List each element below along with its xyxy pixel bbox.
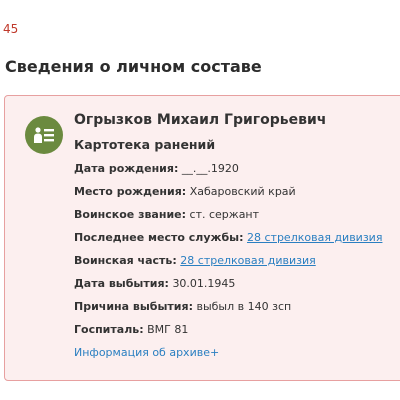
field-value: 30.01.1945 (172, 277, 236, 290)
field-birth-date: Дата рождения: __.__.1920 (74, 157, 400, 180)
field-label: Дата рождения: (74, 162, 179, 175)
field-retirement-reason: Причина выбытия: выбыл в 140 зсп (74, 295, 400, 318)
top-fragment-text: 45 (3, 22, 19, 36)
field-military-unit: Воинская часть: 28 стрелковая дивизия (74, 249, 400, 272)
field-birth-place: Место рождения: Хабаровский край (74, 180, 400, 203)
field-hospital: Госпиталь: ВМГ 81 (74, 318, 400, 341)
field-label: Причина выбытия: (74, 300, 193, 313)
page: 45 Сведения о личном составе Огрызков Ми… (0, 0, 400, 400)
field-value: выбыл в 140 зсп (196, 300, 292, 313)
field-label: Дата выбытия: (74, 277, 169, 290)
field-label: Последнее место службы: (74, 231, 244, 244)
record-type: Картотека ранений (74, 137, 216, 152)
field-value: Хабаровский край (189, 185, 296, 198)
field-retirement-date: Дата выбытия: 30.01.1945 (74, 272, 400, 295)
card-body: Огрызков Михаил Григорьевич Картотека ра… (74, 110, 400, 362)
field-label: Госпиталь: (74, 323, 144, 336)
section-title: Сведения о личном составе (5, 57, 262, 76)
archive-info-link[interactable]: Информация об архиве+ (74, 344, 219, 362)
military-unit-link[interactable]: 28 стрелковая дивизия (180, 254, 315, 267)
person-card-icon (25, 116, 63, 154)
person-name: Огрызков Михаил Григорьевич (74, 112, 327, 128)
field-label: Воинское звание: (74, 208, 187, 221)
field-military-rank: Воинское звание: ст. сержант (74, 203, 400, 226)
personnel-record-card: Огрызков Михаил Григорьевич Картотека ра… (4, 95, 400, 381)
field-value: __.__.1920 (181, 162, 239, 175)
field-value: ВМГ 81 (147, 323, 189, 336)
field-label: Воинская часть: (74, 254, 177, 267)
last-service-place-link[interactable]: 28 стрелковая дивизия (247, 231, 382, 244)
field-label: Место рождения: (74, 185, 187, 198)
field-last-service-place: Последнее место службы: 28 стрелковая ди… (74, 226, 400, 249)
field-value: ст. сержант (189, 208, 260, 221)
record-fields: Дата рождения: __.__.1920 Место рождения… (74, 157, 400, 341)
